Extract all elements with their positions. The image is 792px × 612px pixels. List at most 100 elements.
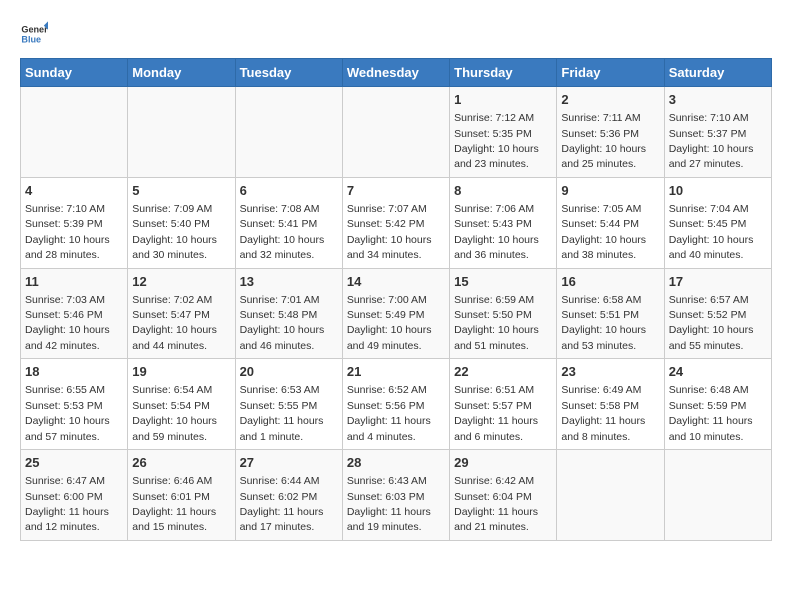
day-content: Sunrise: 6:54 AM Sunset: 5:54 PM Dayligh… [132, 384, 217, 442]
day-cell: 29 Sunrise: 6:42 AM Sunset: 6:04 PM Dayli… [450, 450, 557, 541]
day-number: 9 [561, 182, 659, 200]
day-cell [235, 87, 342, 178]
day-content: Sunrise: 7:03 AM Sunset: 5:46 PM Dayligh… [25, 294, 110, 352]
day-number: 20 [240, 363, 338, 381]
header-tuesday: Tuesday [235, 59, 342, 87]
svg-text:General: General [21, 25, 48, 35]
header-saturday: Saturday [664, 59, 771, 87]
header-monday: Monday [128, 59, 235, 87]
day-cell: 15 Sunrise: 6:59 AM Sunset: 5:50 PM Dayli… [450, 268, 557, 359]
header-thursday: Thursday [450, 59, 557, 87]
header-wednesday: Wednesday [342, 59, 449, 87]
day-cell: 2 Sunrise: 7:11 AM Sunset: 5:36 PM Daylig… [557, 87, 664, 178]
day-cell: 4 Sunrise: 7:10 AM Sunset: 5:39 PM Daylig… [21, 177, 128, 268]
day-number: 21 [347, 363, 445, 381]
header-sunday: Sunday [21, 59, 128, 87]
day-content: Sunrise: 6:51 AM Sunset: 5:57 PM Dayligh… [454, 384, 538, 442]
day-cell: 27 Sunrise: 6:44 AM Sunset: 6:02 PM Dayli… [235, 450, 342, 541]
day-cell [21, 87, 128, 178]
day-content: Sunrise: 7:05 AM Sunset: 5:44 PM Dayligh… [561, 203, 646, 261]
header-friday: Friday [557, 59, 664, 87]
day-cell: 5 Sunrise: 7:09 AM Sunset: 5:40 PM Daylig… [128, 177, 235, 268]
day-content: Sunrise: 6:49 AM Sunset: 5:58 PM Dayligh… [561, 384, 645, 442]
day-number: 18 [25, 363, 123, 381]
day-cell: 8Sunrise: 7:06 AM Sunset: 5:43 PM Daylig… [450, 177, 557, 268]
day-number: 14 [347, 273, 445, 291]
day-number: 22 [454, 363, 552, 381]
day-cell: 20 Sunrise: 6:53 AM Sunset: 5:55 PM Dayli… [235, 359, 342, 450]
day-content: Sunrise: 7:07 AM Sunset: 5:42 PM Dayligh… [347, 203, 432, 261]
day-cell [664, 450, 771, 541]
day-cell: 28Sunrise: 6:43 AM Sunset: 6:03 PM Dayli… [342, 450, 449, 541]
day-cell: 12 Sunrise: 7:02 AM Sunset: 5:47 PM Dayli… [128, 268, 235, 359]
day-cell: 25 Sunrise: 6:47 AM Sunset: 6:00 PM Dayli… [21, 450, 128, 541]
day-cell: 1Sunrise: 7:12 AM Sunset: 5:35 PM Daylig… [450, 87, 557, 178]
day-content: Sunrise: 7:02 AM Sunset: 5:47 PM Dayligh… [132, 294, 217, 352]
day-content: Sunrise: 6:58 AM Sunset: 5:51 PM Dayligh… [561, 294, 646, 352]
logo-icon: General Blue [20, 20, 48, 48]
day-content: Sunrise: 6:55 AM Sunset: 5:53 PM Dayligh… [25, 384, 110, 442]
day-content: Sunrise: 7:10 AM Sunset: 5:39 PM Dayligh… [25, 203, 110, 261]
day-content: Sunrise: 7:11 AM Sunset: 5:36 PM Dayligh… [561, 112, 646, 170]
day-number: 17 [669, 273, 767, 291]
day-number: 5 [132, 182, 230, 200]
day-content: Sunrise: 6:52 AM Sunset: 5:56 PM Dayligh… [347, 384, 431, 442]
day-number: 24 [669, 363, 767, 381]
day-cell: 6Sunrise: 7:08 AM Sunset: 5:41 PM Daylig… [235, 177, 342, 268]
day-content: Sunrise: 6:47 AM Sunset: 6:00 PM Dayligh… [25, 475, 109, 533]
day-cell: 21 Sunrise: 6:52 AM Sunset: 5:56 PM Dayli… [342, 359, 449, 450]
day-content: Sunrise: 7:00 AM Sunset: 5:49 PM Dayligh… [347, 294, 432, 352]
week-row-2: 4 Sunrise: 7:10 AM Sunset: 5:39 PM Daylig… [21, 177, 772, 268]
svg-text:Blue: Blue [21, 34, 41, 44]
day-number: 4 [25, 182, 123, 200]
week-row-5: 25 Sunrise: 6:47 AM Sunset: 6:00 PM Dayli… [21, 450, 772, 541]
day-content: Sunrise: 6:48 AM Sunset: 5:59 PM Dayligh… [669, 384, 753, 442]
day-number: 11 [25, 273, 123, 291]
day-content: Sunrise: 6:59 AM Sunset: 5:50 PM Dayligh… [454, 294, 539, 352]
day-number: 15 [454, 273, 552, 291]
day-content: Sunrise: 6:42 AM Sunset: 6:04 PM Dayligh… [454, 475, 538, 533]
day-number: 8 [454, 182, 552, 200]
day-content: Sunrise: 7:10 AM Sunset: 5:37 PM Dayligh… [669, 112, 754, 170]
day-cell: 18 Sunrise: 6:55 AM Sunset: 5:53 PM Dayli… [21, 359, 128, 450]
day-number: 2 [561, 91, 659, 109]
day-cell: 14 Sunrise: 7:00 AM Sunset: 5:49 PM Dayli… [342, 268, 449, 359]
day-cell: 11 Sunrise: 7:03 AM Sunset: 5:46 PM Dayli… [21, 268, 128, 359]
day-cell: 10 Sunrise: 7:04 AM Sunset: 5:45 PM Dayli… [664, 177, 771, 268]
day-cell [342, 87, 449, 178]
day-number: 16 [561, 273, 659, 291]
calendar-header-row: SundayMondayTuesdayWednesdayThursdayFrid… [21, 59, 772, 87]
day-number: 25 [25, 454, 123, 472]
day-number: 10 [669, 182, 767, 200]
day-cell: 22 Sunrise: 6:51 AM Sunset: 5:57 PM Dayli… [450, 359, 557, 450]
day-content: Sunrise: 6:44 AM Sunset: 6:02 PM Dayligh… [240, 475, 324, 533]
day-number: 23 [561, 363, 659, 381]
day-number: 26 [132, 454, 230, 472]
calendar-table: SundayMondayTuesdayWednesdayThursdayFrid… [20, 58, 772, 541]
day-cell: 3Sunrise: 7:10 AM Sunset: 5:37 PM Daylig… [664, 87, 771, 178]
day-content: Sunrise: 7:04 AM Sunset: 5:45 PM Dayligh… [669, 203, 754, 261]
day-number: 19 [132, 363, 230, 381]
day-number: 12 [132, 273, 230, 291]
day-cell [128, 87, 235, 178]
page-header: General Blue [20, 20, 772, 48]
day-cell: 19 Sunrise: 6:54 AM Sunset: 5:54 PM Dayli… [128, 359, 235, 450]
day-content: Sunrise: 6:57 AM Sunset: 5:52 PM Dayligh… [669, 294, 754, 352]
week-row-3: 11 Sunrise: 7:03 AM Sunset: 5:46 PM Dayli… [21, 268, 772, 359]
day-number: 29 [454, 454, 552, 472]
day-cell: 26 Sunrise: 6:46 AM Sunset: 6:01 PM Dayli… [128, 450, 235, 541]
day-content: Sunrise: 6:46 AM Sunset: 6:01 PM Dayligh… [132, 475, 216, 533]
day-cell: 24 Sunrise: 6:48 AM Sunset: 5:59 PM Dayli… [664, 359, 771, 450]
day-content: Sunrise: 7:09 AM Sunset: 5:40 PM Dayligh… [132, 203, 217, 261]
day-cell: 16 Sunrise: 6:58 AM Sunset: 5:51 PM Dayli… [557, 268, 664, 359]
day-number: 1 [454, 91, 552, 109]
day-cell: 13Sunrise: 7:01 AM Sunset: 5:48 PM Dayli… [235, 268, 342, 359]
day-cell: 17 Sunrise: 6:57 AM Sunset: 5:52 PM Dayli… [664, 268, 771, 359]
day-content: Sunrise: 7:01 AM Sunset: 5:48 PM Dayligh… [240, 294, 325, 352]
day-number: 6 [240, 182, 338, 200]
day-content: Sunrise: 6:53 AM Sunset: 5:55 PM Dayligh… [240, 384, 324, 442]
day-cell: 9 Sunrise: 7:05 AM Sunset: 5:44 PM Daylig… [557, 177, 664, 268]
day-cell: 23 Sunrise: 6:49 AM Sunset: 5:58 PM Dayli… [557, 359, 664, 450]
day-number: 27 [240, 454, 338, 472]
day-number: 7 [347, 182, 445, 200]
